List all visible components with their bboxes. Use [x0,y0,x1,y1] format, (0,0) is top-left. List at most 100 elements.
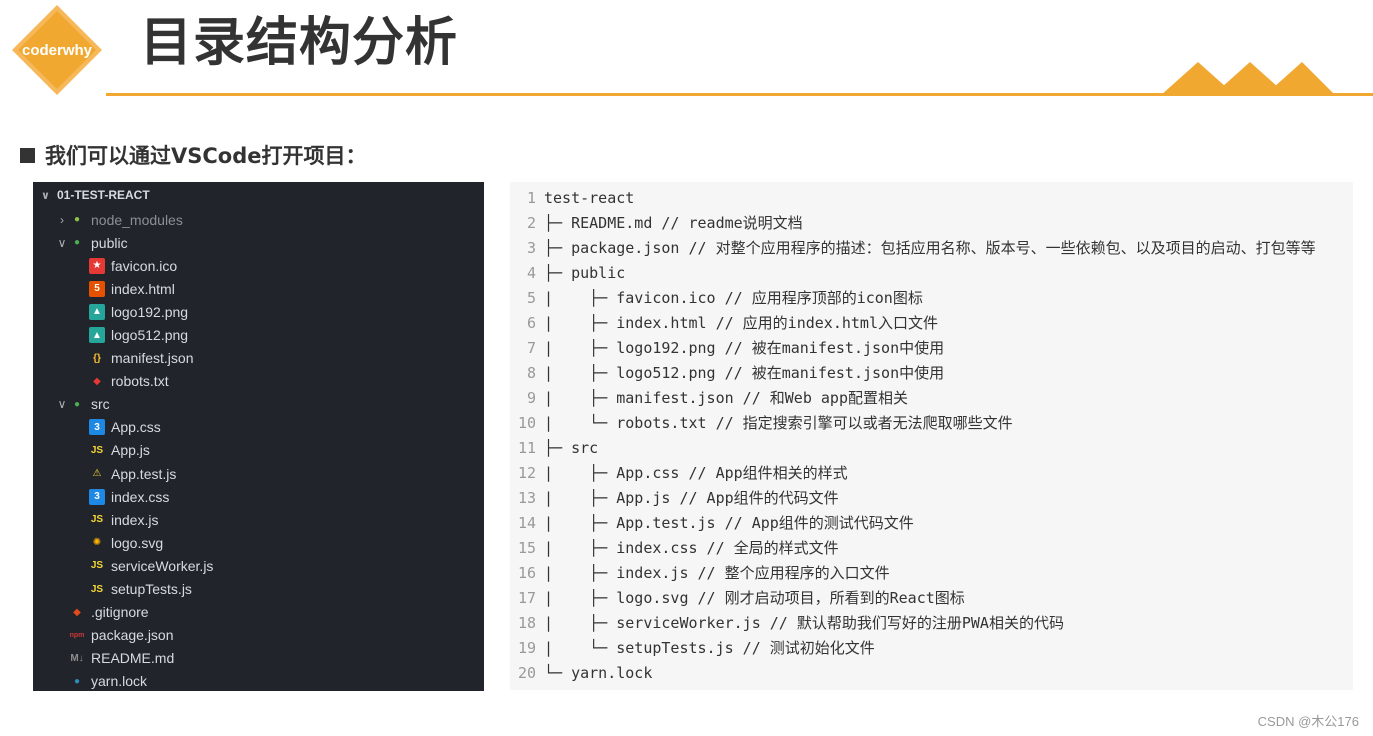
tree-item-label: manifest.json [111,350,194,367]
line-number: 17 [517,588,536,607]
chevron-down-icon: ∨ [57,397,67,412]
code-line: 12 | ├─ App.css // App组件相关的样式 [510,460,1353,485]
tree-item-label: App.css [111,419,161,436]
tree-item-label: index.js [111,511,159,528]
tree-file[interactable]: ◆ robots.txt [33,370,484,393]
tree-item-label: public [91,234,128,251]
svg-icon: ✺ [92,537,102,549]
code-text: └─ yarn.lock [544,663,653,682]
code-text: | ├─ favicon.ico // 应用程序顶部的icon图标 [544,289,923,307]
tree-folder[interactable]: ∨ ● public [33,231,484,254]
tree-item-label: logo.svg [111,534,164,551]
code-text: ├─ src [544,438,599,457]
code-line: 14 | ├─ App.test.js // App组件的测试代码文件 [510,510,1353,535]
code-line: 10 | └─ robots.txt // 指定搜索引擎可以或者无法爬取哪些文件 [510,410,1353,435]
yarn-icon: ● [73,675,81,687]
line-number: 1 [526,188,536,207]
git-icon: ◆ [73,606,81,618]
code-line: 6 | ├─ index.html // 应用的index.html入口文件 [510,310,1353,335]
line-number: 16 [517,563,536,582]
tree-file[interactable]: 3 App.css [33,416,484,439]
root-folder-label: 01-TEST-REACT [57,188,150,202]
code-line: 20 └─ yarn.lock [510,660,1353,685]
code-line: 4 ├─ public [510,260,1353,285]
js-icon: JS [90,444,104,456]
tree-file[interactable]: JS serviceWorker.js [33,554,484,577]
html-icon: 5 [89,280,105,297]
file-tree: › ● node_modules ∨ ● public ★ favicon.ico 5 index… [33,208,484,691]
node-folder-icon: ● [73,214,81,226]
line-number: 12 [517,463,536,482]
line-number: 7 [526,338,536,357]
line-number: 11 [517,438,536,457]
tree-file[interactable]: M↓ README.md [33,647,484,670]
chevron-right-icon: › [60,212,64,227]
line-number: 4 [526,263,536,282]
tree-folder[interactable]: ∨ ● src [33,393,484,416]
tree-file[interactable]: ✺ logo.svg [33,531,484,554]
watermark: CSDN @木公176 [1257,714,1359,729]
tree-item-label: index.html [111,280,175,297]
explorer-root[interactable]: ∨ 01-TEST-REACT [33,182,484,208]
code-text: ├─ README.md // readme说明文档 [544,214,803,232]
tree-item-label: package.json [91,627,174,644]
tree-file[interactable]: 5 index.html [33,277,484,300]
tree-item-label: README.md [91,650,175,667]
code-text: | ├─ manifest.json // 和Web app配置相关 [544,389,908,407]
tree-file[interactable]: ● yarn.lock [33,670,484,691]
tree-folder[interactable]: › ● node_modules [33,208,484,231]
code-text: | ├─ App.test.js // App组件的测试代码文件 [544,514,914,532]
line-number: 20 [517,663,536,682]
chevron-down-icon: ∨ [41,189,50,202]
tree-file[interactable]: {} manifest.json [33,347,484,370]
code-text: | ├─ index.css // 全局的样式文件 [544,539,839,557]
code-text: | └─ setupTests.js // 测试初始化文件 [544,639,875,657]
code-text: ├─ package.json // 对整个应用程序的描述：包括应用名称、版本号… [544,239,1316,257]
line-number: 18 [517,613,536,632]
code-text: test-react [544,188,635,207]
code-text: | ├─ App.js // App组件的代码文件 [544,489,839,507]
coderwhy-logo: coderwhy [12,5,102,95]
tree-file[interactable]: ▲ logo192.png [33,300,484,323]
line-number: 15 [517,538,536,557]
tree-file[interactable]: 3 index.css [33,485,484,508]
image-icon: ▲ [89,327,105,344]
src-folder-icon: ● [73,398,81,410]
code-line: 7 | ├─ logo192.png // 被在manifest.json中使用 [510,335,1353,360]
tree-file[interactable]: ◆ .gitignore [33,601,484,624]
logo-text: coderwhy [22,42,93,59]
line-number: 5 [526,288,536,307]
tree-item-label: App.test.js [111,465,177,482]
code-text: | ├─ logo512.png // 被在manifest.json中使用 [544,364,945,382]
tree-item-label: logo192.png [111,303,189,320]
page-title: 目录结构分析 [140,13,459,73]
json-icon: {} [93,352,101,364]
code-line: 13 | ├─ App.js // App组件的代码文件 [510,485,1353,510]
tree-file[interactable]: JS setupTests.js [33,578,484,601]
tree-item-label: src [91,396,110,413]
css-icon: 3 [89,419,105,436]
line-number: 19 [517,638,536,657]
code-text: | ├─ logo.svg // 刚才启动项目，所看到的React图标 [544,589,965,607]
line-number: 6 [526,313,536,332]
code-line: 1 test-react [510,185,1353,210]
tree-file[interactable]: ★ favicon.ico [33,254,484,277]
tree-file[interactable]: JS App.js [33,439,484,462]
favicon-icon: ★ [89,257,105,274]
line-number: 9 [526,388,536,407]
tree-file[interactable]: ▲ logo512.png [33,323,484,346]
line-number: 14 [517,513,536,532]
tree-file[interactable]: JS index.js [33,508,484,531]
code-text: | ├─ logo192.png // 被在manifest.json中使用 [544,339,945,357]
public-folder-icon: ● [73,237,81,249]
js-icon: JS [90,560,104,572]
code-text: | ├─ index.js // 整个应用程序的入口文件 [544,564,890,582]
code-line: 11 ├─ src [510,435,1353,460]
mountain-decoration [1160,62,1336,96]
js-icon: JS [90,583,104,595]
tree-file[interactable]: ⚠ App.test.js [33,462,484,485]
code-text: | ├─ index.html // 应用的index.html入口文件 [544,314,938,332]
tree-file[interactable]: npm package.json [33,624,484,647]
code-line: 5 | ├─ favicon.ico // 应用程序顶部的icon图标 [510,285,1353,310]
code-line: 3 ├─ package.json // 对整个应用程序的描述：包括应用名称、版本… [510,235,1353,260]
